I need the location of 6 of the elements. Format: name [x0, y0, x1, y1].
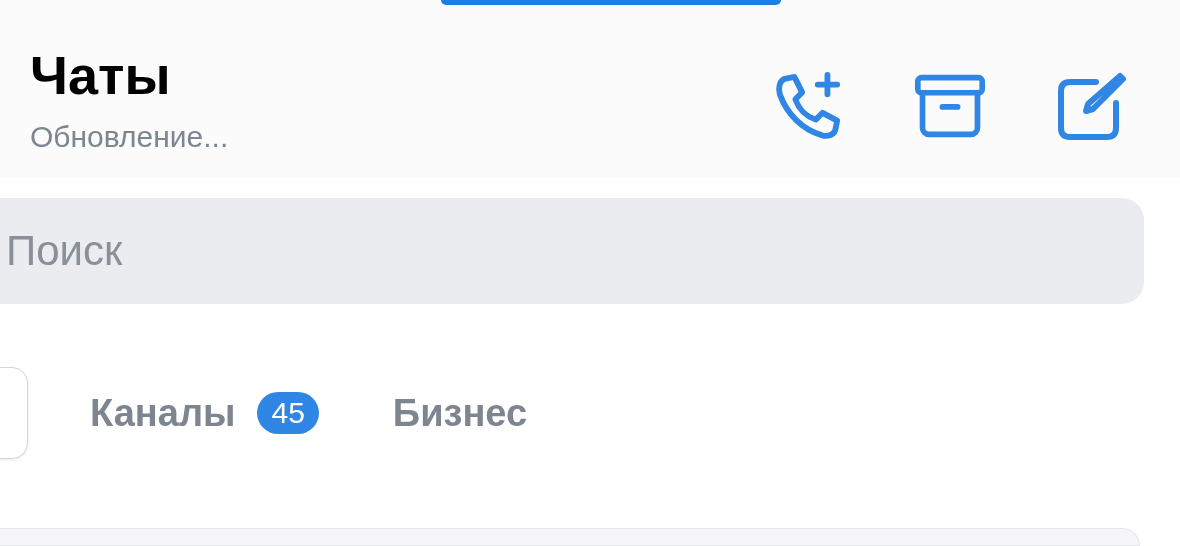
tab[interactable]: Бизнес	[382, 391, 538, 435]
status-text: Обновление...	[30, 119, 229, 155]
compose-icon[interactable]	[1056, 71, 1128, 141]
window-title: Чаты	[30, 44, 172, 107]
tab[interactable]: Каналы 45	[80, 391, 329, 435]
search-field[interactable]: Поиск	[0, 198, 1144, 304]
